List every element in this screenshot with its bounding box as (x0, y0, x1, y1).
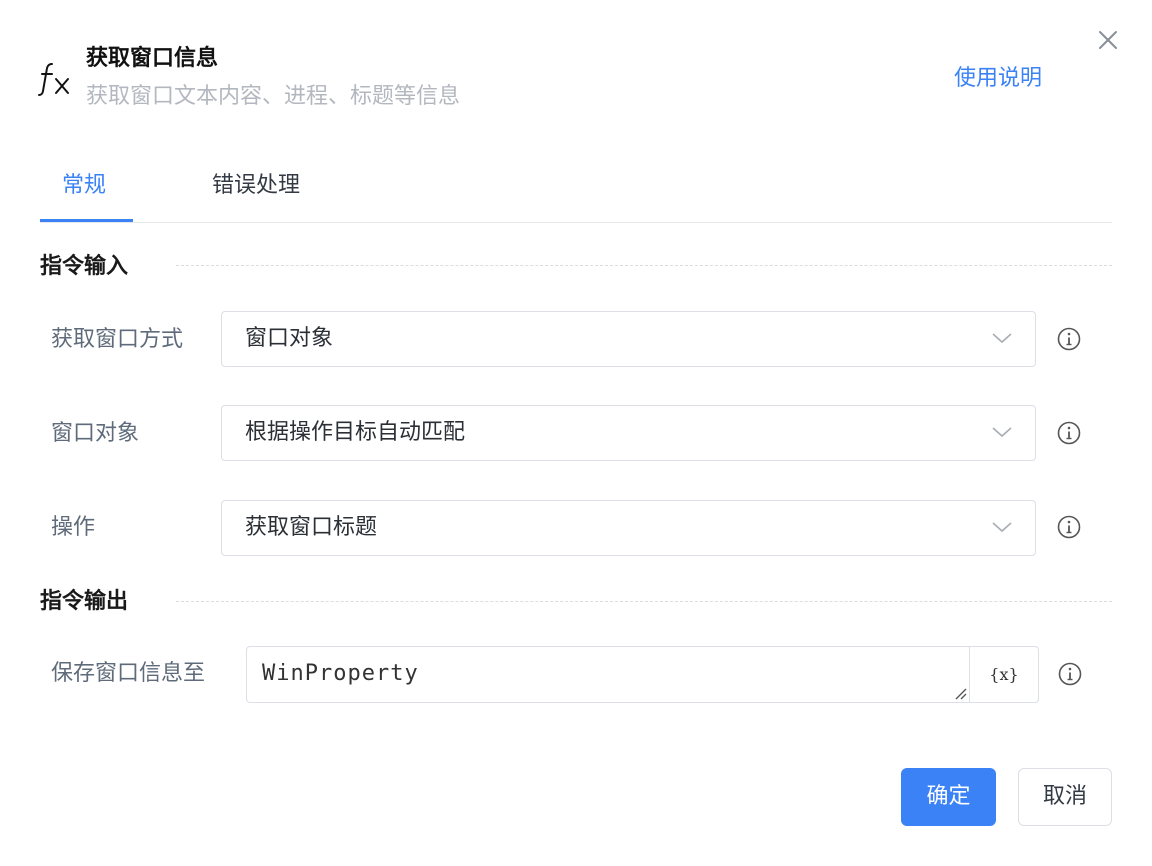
window-method-select[interactable]: 窗口对象 (221, 311, 1036, 367)
section-divider (176, 601, 1112, 602)
field-label-operation: 操作 (51, 515, 96, 540)
operation-select[interactable]: 获取窗口标题 (221, 500, 1036, 556)
section-title-input: 指令输入 (40, 254, 129, 279)
field-label-window-object: 窗口对象 (51, 421, 140, 446)
section-divider (176, 265, 1112, 266)
resize-handle-icon[interactable] (953, 686, 967, 700)
insert-variable-button[interactable]: {x} (970, 646, 1039, 703)
get-window-info-dialog: 获取窗口信息 获取窗口文本内容、进程、标题等信息 使用说明 常规 错误处理 指令… (0, 0, 1152, 866)
input-value: WinProperty (262, 661, 419, 686)
function-fx-icon (38, 63, 69, 96)
tab-bar: 常规 错误处理 (40, 160, 1112, 223)
confirm-button[interactable]: 确定 (901, 768, 996, 826)
dialog-title: 获取窗口信息 (86, 46, 219, 71)
info-icon[interactable] (1056, 420, 1082, 446)
select-value: 根据操作目标自动匹配 (245, 420, 466, 445)
tab-general[interactable]: 常规 (62, 170, 106, 202)
close-icon[interactable] (1094, 26, 1122, 54)
help-link[interactable]: 使用说明 (954, 63, 1042, 95)
dialog-subtitle: 获取窗口文本内容、进程、标题等信息 (86, 84, 461, 109)
section-title-output: 指令输出 (40, 589, 129, 614)
chevron-down-icon (992, 333, 1012, 344)
tab-error-handling[interactable]: 错误处理 (212, 170, 300, 202)
select-value: 获取窗口标题 (245, 515, 378, 540)
active-tab-indicator (40, 219, 133, 222)
select-value: 窗口对象 (245, 326, 334, 351)
field-label-save-to: 保存窗口信息至 (51, 661, 206, 686)
window-object-select[interactable]: 根据操作目标自动匹配 (221, 405, 1036, 461)
info-icon[interactable] (1056, 326, 1082, 352)
info-icon[interactable] (1057, 661, 1083, 687)
cancel-button[interactable]: 取消 (1018, 768, 1112, 826)
chevron-down-icon (992, 522, 1012, 533)
field-label-window-method: 获取窗口方式 (51, 327, 184, 352)
save-window-info-input[interactable]: WinProperty (246, 646, 970, 703)
info-icon[interactable] (1056, 514, 1082, 540)
chevron-down-icon (992, 427, 1012, 438)
